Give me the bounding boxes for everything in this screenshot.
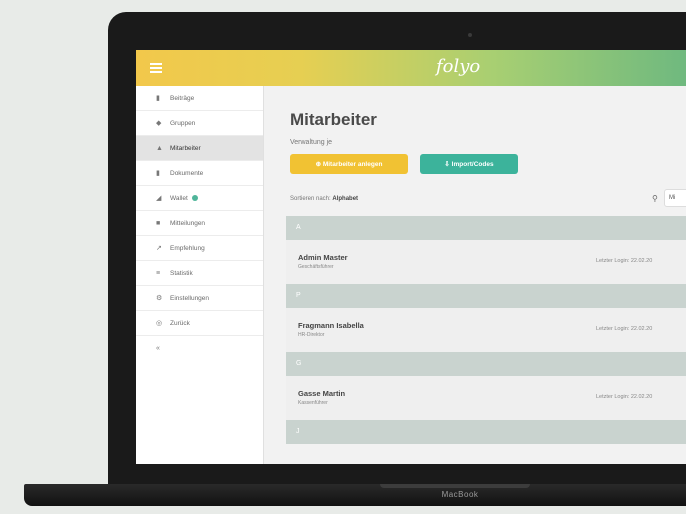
group-header: P — [286, 284, 686, 308]
top-bar: folyo — [136, 50, 686, 86]
sidebar-item-label: Beiträge — [170, 94, 195, 102]
webcam — [468, 33, 472, 37]
employee-role: Geschäftsführer — [298, 264, 334, 270]
stats-icon: ≡ — [156, 269, 161, 277]
back-icon: ◎ — [156, 320, 163, 327]
sidebar-item-label: Mitarbeiter — [170, 144, 201, 152]
sidebar-item-label: Einstellungen — [170, 294, 210, 302]
sidebar-item-empfehlung[interactable]: ↗ Empfehlung — [136, 236, 263, 261]
sidebar-item-wallet[interactable]: ◢ Wallet — [136, 186, 263, 211]
laptop-brand-label: MacBook — [441, 490, 479, 499]
document-icon: ▮ — [156, 95, 160, 102]
sidebar-item-label: Zurück — [170, 319, 190, 327]
sidebar-item-beitraege[interactable]: ▮ Beiträge — [136, 86, 263, 111]
page-title: Mitarbeiter — [290, 110, 377, 129]
settings-icon: ⚙ — [156, 295, 163, 302]
group-header: J — [286, 420, 686, 444]
sidebar-item-label: Empfehlung — [170, 244, 205, 252]
employee-role: HR-Direktor — [298, 332, 325, 338]
sidebar-item-label: Wallet — [170, 194, 188, 202]
sidebar-collapse-button[interactable]: « — [136, 336, 263, 361]
sort-value: Alphabet — [332, 196, 359, 202]
sidebar-item-mitarbeiter[interactable]: ▲ Mitarbeiter — [136, 136, 263, 161]
table-row[interactable]: Admin Master Geschäftsführer Letzter Log… — [286, 240, 686, 284]
user-icon: ▲ — [156, 144, 163, 152]
sidebar-item-label: Dokumente — [170, 169, 204, 177]
app-logo: folyo — [436, 56, 481, 77]
employee-name: Admin Master — [298, 253, 348, 262]
sidebar-item-statistik[interactable]: ≡ Statistik — [136, 261, 263, 286]
notification-badge — [191, 195, 198, 201]
laptop-hinge-notch — [380, 484, 530, 488]
wallet-icon: ◢ — [156, 195, 162, 202]
table-row[interactable]: Fragmann Isabella HR-Direktor Letzter Lo… — [286, 308, 686, 352]
last-login: Letzter Login: 22.02.20 — [596, 326, 653, 332]
employee-name: Gasse Martin — [298, 389, 346, 398]
import-codes-button[interactable]: ⇩ Import/Codes — [420, 154, 518, 174]
search-icon: ⚲ — [652, 194, 658, 203]
sidebar: ▮ Beiträge ◆ Gruppen ▲ Mitarbeiter ▮ Dok… — [136, 86, 264, 464]
sidebar-item-label: Gruppen — [170, 119, 196, 127]
app-screen: folyo ▮ Beiträge ◆ Gruppen ▲ Mitarbeiter… — [136, 50, 686, 464]
last-login: Letzter Login: 22.02.20 — [596, 258, 653, 264]
add-employee-button[interactable]: ⊕ Mitarbeiter anlegen — [290, 154, 408, 174]
file-icon: ▮ — [156, 170, 160, 177]
page-subtitle: Verwaltung je — [290, 139, 333, 146]
table-row[interactable]: Gasse Martin Kassenführer Letzter Login:… — [286, 376, 686, 420]
sidebar-item-label: Statistik — [170, 269, 193, 277]
group-header: A — [286, 216, 686, 240]
employee-name: Fragmann Isabella — [298, 321, 364, 330]
sidebar-item-mitteilungen[interactable]: ■ Mitteilungen — [136, 211, 263, 236]
employee-role: Kassenführer — [298, 400, 328, 406]
share-icon: ↗ — [156, 245, 162, 252]
last-login: Letzter Login: 22.02.20 — [596, 394, 653, 400]
hamburger-menu-icon[interactable] — [150, 63, 162, 73]
sort-label: Sortieren nach: — [290, 196, 331, 202]
group-icon: ◆ — [156, 120, 162, 127]
sidebar-item-dokumente[interactable]: ▮ Dokumente — [136, 161, 263, 186]
chevron-icon: « — [156, 345, 160, 352]
sidebar-item-zurueck[interactable]: ◎ Zurück — [136, 311, 263, 336]
laptop-base — [24, 484, 686, 506]
sidebar-item-gruppen[interactable]: ◆ Gruppen — [136, 111, 263, 136]
megaphone-icon: ■ — [156, 219, 161, 227]
main-content: Mitarbeiter Verwaltung je ⊕ Mitarbeiter … — [264, 86, 686, 464]
group-header: G — [286, 352, 686, 376]
sidebar-item-label: Mitteilungen — [170, 219, 206, 227]
search-input[interactable]: Mi — [664, 189, 686, 207]
sidebar-item-einstellungen[interactable]: ⚙ Einstellungen — [136, 286, 263, 311]
sort-control[interactable]: Sortieren nach: Alphabet — [290, 196, 358, 202]
